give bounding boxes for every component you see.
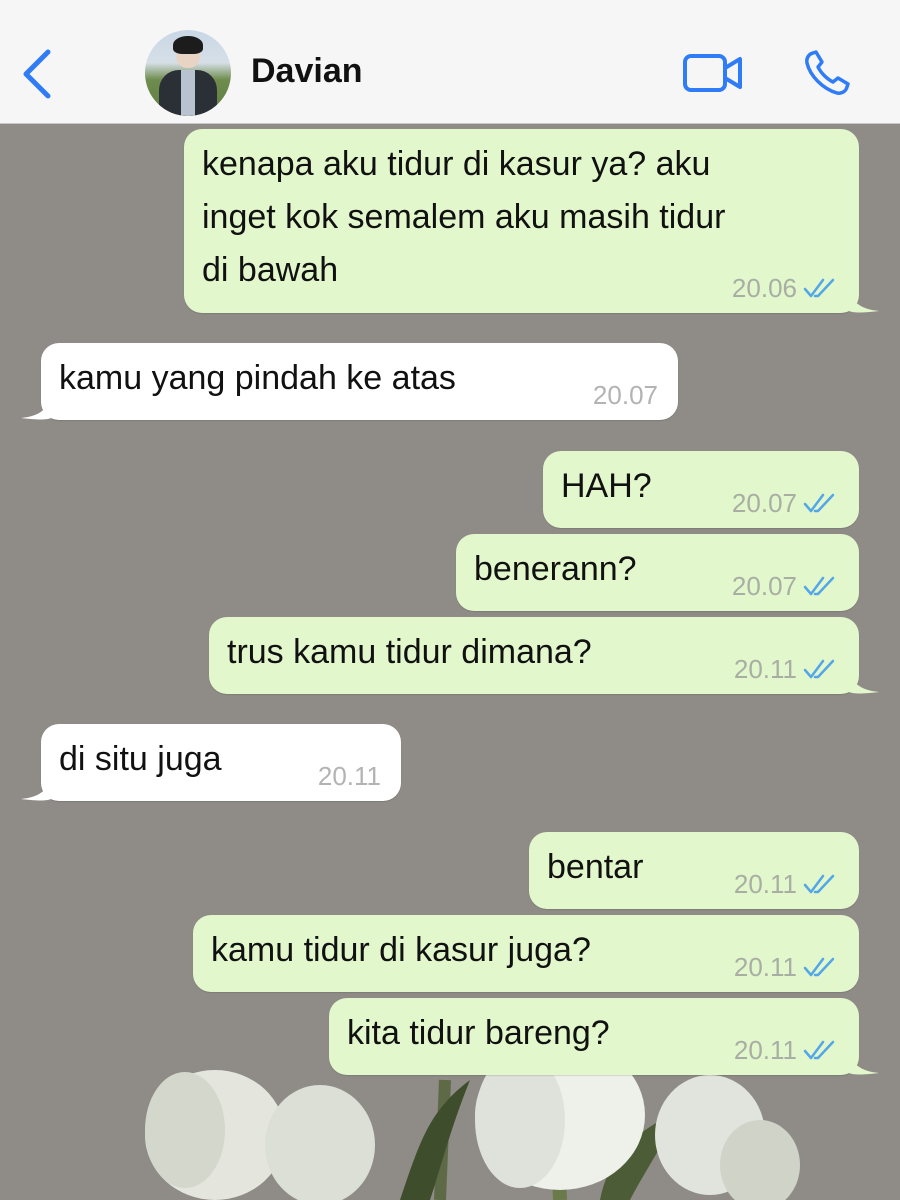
read-receipt-icon [803, 659, 835, 679]
message-text: benerann? [474, 550, 637, 588]
message-text: kenapa aku tidur di kasur ya? aku inget … [202, 145, 726, 289]
message-time: 20.07 [592, 380, 658, 410]
message-bubble-outgoing[interactable]: benerann? 20.07 [456, 534, 859, 611]
message-bubble-outgoing[interactable]: bentar 20.11 [529, 832, 859, 909]
message-bubble-outgoing[interactable]: HAH? 20.07 [543, 451, 859, 528]
message-time: 20.11 [733, 869, 797, 899]
message-text: trus kamu tidur dimana? [227, 633, 592, 671]
bubble-tail [21, 775, 51, 801]
message-text: kita tidur bareng? [347, 1014, 610, 1052]
chevron-left-icon[interactable] [18, 46, 58, 102]
chat-header: Davian [0, 0, 900, 124]
message-bubble-outgoing[interactable]: kita tidur bareng? 20.11 [329, 998, 879, 1075]
message-bubble-outgoing[interactable]: kamu tidur di kasur juga? 20.11 [193, 915, 859, 992]
message-bubble-outgoing[interactable]: trus kamu tidur dimana? 20.11 [209, 617, 879, 694]
message-text: kamu yang pindah ke atas [59, 359, 456, 397]
message-time: 20.11 [733, 1035, 797, 1065]
video-camera-icon[interactable] [682, 52, 744, 94]
contact-name[interactable]: Davian [251, 52, 363, 91]
bubble-tail [849, 1049, 879, 1075]
message-time: 20.11 [317, 761, 381, 791]
message-text: bentar [547, 848, 644, 886]
read-receipt-icon [803, 278, 835, 298]
bubble-tail [21, 394, 51, 420]
message-text: kamu tidur di kasur juga? [211, 931, 591, 969]
bubble-tail [849, 668, 879, 694]
message-time: 20.06 [731, 273, 797, 303]
read-receipt-icon [803, 874, 835, 894]
phone-icon[interactable] [803, 49, 851, 97]
avatar[interactable] [145, 30, 231, 116]
bubble-tail [849, 287, 879, 313]
read-receipt-icon [803, 576, 835, 596]
read-receipt-icon [803, 957, 835, 977]
read-receipt-icon [803, 493, 835, 513]
message-time: 20.11 [733, 654, 797, 684]
tulip-wallpaper [145, 1003, 800, 1200]
message-text: di situ juga [59, 740, 222, 778]
message-time: 20.11 [733, 952, 797, 982]
message-bubble-outgoing[interactable]: kenapa aku tidur di kasur ya? aku inget … [184, 129, 879, 313]
message-text: HAH? [561, 467, 652, 505]
read-receipt-icon [803, 1040, 835, 1060]
message-time: 20.07 [731, 571, 797, 601]
message-bubble-incoming[interactable]: di situ juga 20.11 [21, 724, 401, 801]
message-bubble-incoming[interactable]: kamu yang pindah ke atas 20.07 [21, 343, 678, 420]
message-time: 20.07 [731, 488, 797, 518]
